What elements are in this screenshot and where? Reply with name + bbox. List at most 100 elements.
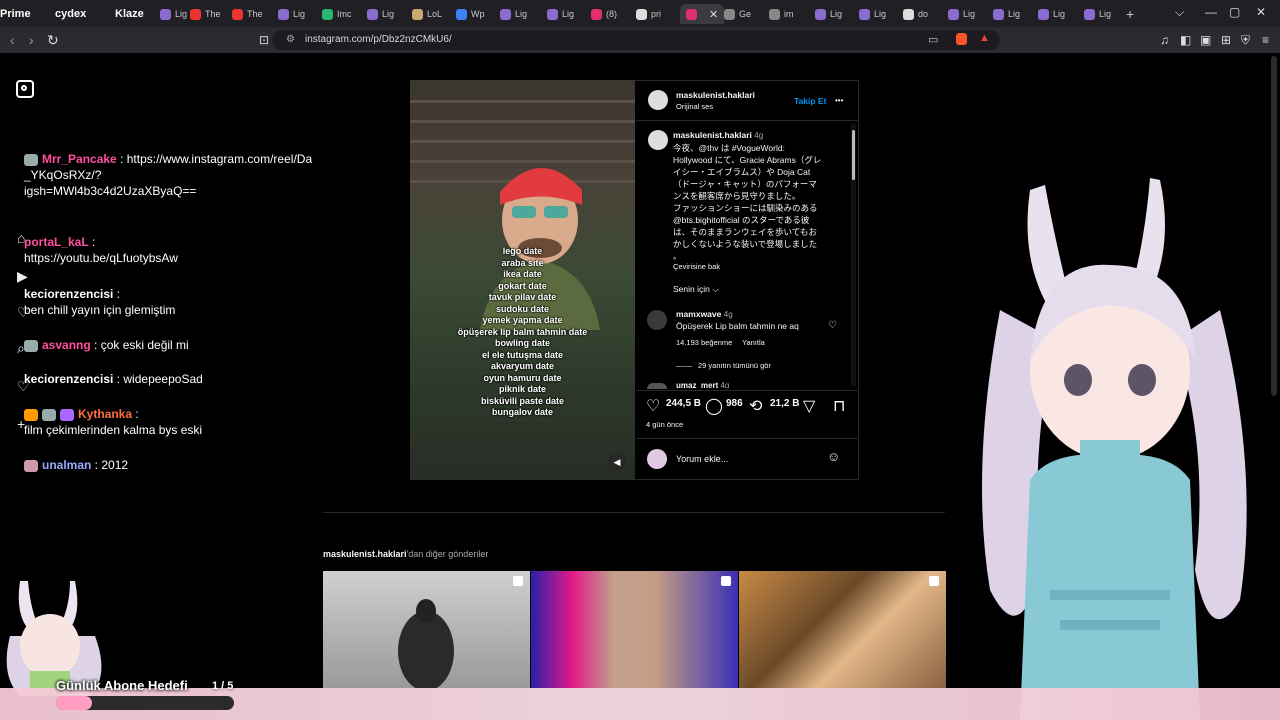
chat-username[interactable]: keciorenzencisi xyxy=(24,287,113,301)
commenter-avatar[interactable] xyxy=(647,310,667,330)
browser-tab[interactable]: Prime xyxy=(0,4,31,24)
instagram-logo-icon[interactable] xyxy=(16,80,34,98)
browser-tab[interactable]: The xyxy=(190,4,221,24)
like-count[interactable]: 244,5 B xyxy=(666,398,701,409)
mute-icon[interactable]: ◀ xyxy=(608,453,626,471)
next-commenter-avatar[interactable] xyxy=(647,383,667,389)
like-icon[interactable]: ♡ xyxy=(646,396,660,416)
follow-button[interactable]: Takip Et xyxy=(794,95,826,107)
comment-icon[interactable]: ◯ xyxy=(705,396,723,416)
repost-count[interactable]: 21,2 B xyxy=(770,398,799,409)
tab-search-icon[interactable]: ⌵ xyxy=(1175,5,1184,20)
reply-link[interactable]: Yanıtla xyxy=(742,337,765,349)
wallet-icon[interactable]: ▣ xyxy=(1200,33,1211,47)
minimize-icon[interactable]: — xyxy=(1205,5,1217,19)
video-caption-line: tavuk pilav date xyxy=(488,292,557,302)
browser-tab-bar: Prime cydex Klaze Lig The The Lig Imc Lig LoL Wp Li… xyxy=(0,0,1280,27)
brave-rewards-icon[interactable]: ▲ xyxy=(979,32,990,44)
browser-tab[interactable]: Lig xyxy=(1084,4,1111,24)
more-post-thumbnail-1[interactable] xyxy=(323,571,530,688)
browser-tab[interactable]: LoL xyxy=(412,4,442,24)
reload-button[interactable]: ↻ xyxy=(47,32,59,49)
browser-tab[interactable]: Lig xyxy=(367,4,394,24)
extensions-icon[interactable]: ⊞ xyxy=(1221,33,1231,47)
repost-icon[interactable]: ⟲ xyxy=(749,396,762,416)
cast-icon[interactable]: ▭ xyxy=(928,33,938,46)
browser-tab[interactable]: Lig xyxy=(1038,4,1065,24)
view-replies-link[interactable]: 29 yanıtın tümünü gör xyxy=(698,360,771,372)
brave-shield-icon[interactable] xyxy=(956,33,967,45)
sidebar-icon[interactable]: ◧ xyxy=(1180,33,1191,47)
more-options-icon[interactable]: ••• xyxy=(835,95,843,107)
menu-icon[interactable]: ≡ xyxy=(1262,33,1269,47)
tab-label: Lig xyxy=(963,9,976,19)
emoji-icon[interactable]: ☺ xyxy=(827,450,840,463)
browser-tab[interactable]: The xyxy=(232,4,263,24)
comment-sort[interactable]: Senin için ⌵ xyxy=(673,283,719,295)
browser-tab[interactable]: Lig xyxy=(160,4,187,24)
chat-username[interactable]: keciorenzencisi xyxy=(24,372,113,386)
browser-tab[interactable]: Lig xyxy=(993,4,1020,24)
avatar[interactable] xyxy=(648,90,668,110)
caption-avatar[interactable] xyxy=(648,130,668,150)
browser-tab[interactable]: ✕ xyxy=(680,4,725,24)
chat-text: : xyxy=(88,235,96,249)
more-post-thumbnail-2[interactable] xyxy=(531,571,738,688)
page-scrollbar[interactable] xyxy=(1271,56,1277,396)
close-window-icon[interactable]: ✕ xyxy=(1256,5,1266,19)
comment-like-icon[interactable]: ♡ xyxy=(828,320,837,332)
comment-count[interactable]: 986 xyxy=(726,398,743,409)
browser-tab[interactable]: Ge xyxy=(724,4,751,24)
chat-username[interactable]: portaL_kaL xyxy=(24,235,89,249)
comment-input[interactable]: Yorum ekle... xyxy=(676,453,728,465)
browser-tab[interactable]: Lig xyxy=(500,4,527,24)
site-info-icon[interactable]: ⚙ xyxy=(286,34,295,45)
comments-scroll-thumb[interactable] xyxy=(852,130,855,180)
bookmark-icon[interactable]: ⊡ xyxy=(259,33,269,47)
statue-figure xyxy=(398,599,454,688)
back-button[interactable]: ‹ xyxy=(10,32,15,48)
translate-link[interactable]: Çevirisine bak xyxy=(673,261,720,273)
browser-tab[interactable]: Lig xyxy=(278,4,305,24)
browser-tab[interactable]: Wp xyxy=(456,4,485,24)
maximize-icon[interactable]: ▢ xyxy=(1229,5,1240,19)
more-posts-user[interactable]: maskulenist.haklari xyxy=(323,549,407,559)
chat-username[interactable]: unalman xyxy=(42,458,91,472)
caption-username[interactable]: maskulenist.haklari xyxy=(673,130,752,140)
browser-tab[interactable]: im xyxy=(769,4,794,24)
forward-button[interactable]: › xyxy=(29,32,34,48)
browser-tab[interactable]: cydex xyxy=(55,4,86,24)
vpn-icon[interactable]: ⛨ xyxy=(1241,33,1250,48)
browser-tab[interactable]: Klaze xyxy=(115,4,144,24)
new-tab-button[interactable]: + xyxy=(1126,4,1134,24)
chat-username[interactable]: asvanng xyxy=(42,338,91,352)
next-comment-username[interactable]: umaz_mert xyxy=(676,381,718,388)
save-icon[interactable]: ⊓ xyxy=(833,396,845,416)
chat-username[interactable]: Kythanka xyxy=(78,407,132,421)
browser-tab[interactable]: do xyxy=(903,4,928,24)
comment-likes[interactable]: 14.193 beğenme xyxy=(676,337,732,349)
video-caption-line: sudoku date xyxy=(495,303,549,314)
chat-message: Mrr_Pancake : https://www.instagram.com/… xyxy=(24,151,312,167)
reels-icon[interactable]: ▶ xyxy=(17,268,28,285)
share-icon[interactable]: ▽ xyxy=(803,396,815,416)
browser-tab[interactable]: Lig xyxy=(948,4,975,24)
my-avatar[interactable] xyxy=(647,449,667,469)
browser-tab[interactable]: Lig xyxy=(547,4,574,24)
browser-tab[interactable]: pri xyxy=(636,4,661,24)
audio-label[interactable]: Orijinal ses xyxy=(676,101,713,113)
chat-message: Kythanka : xyxy=(24,406,139,422)
close-tab-icon[interactable]: ✕ xyxy=(709,8,718,21)
comment-username[interactable]: mamxwave xyxy=(676,309,721,319)
tab-label: Lig xyxy=(830,9,843,19)
address-bar[interactable]: ⚙ instagram.com/p/Dbz2nzCMkU6/ ▭ ▲ xyxy=(272,30,1000,50)
post-username[interactable]: maskulenist.haklari xyxy=(676,89,755,101)
browser-tab[interactable]: Lig xyxy=(815,4,842,24)
more-post-thumbnail-3[interactable] xyxy=(739,571,946,688)
browser-tab[interactable]: Imc xyxy=(322,4,352,24)
chat-username[interactable]: Mrr_Pancake xyxy=(42,152,117,166)
media-icon[interactable]: ♫ xyxy=(1160,33,1169,47)
browser-tab[interactable]: Lig xyxy=(859,4,886,24)
browser-tab[interactable]: (8) xyxy=(591,4,617,24)
chat-message: portaL_kaL : xyxy=(24,234,95,250)
